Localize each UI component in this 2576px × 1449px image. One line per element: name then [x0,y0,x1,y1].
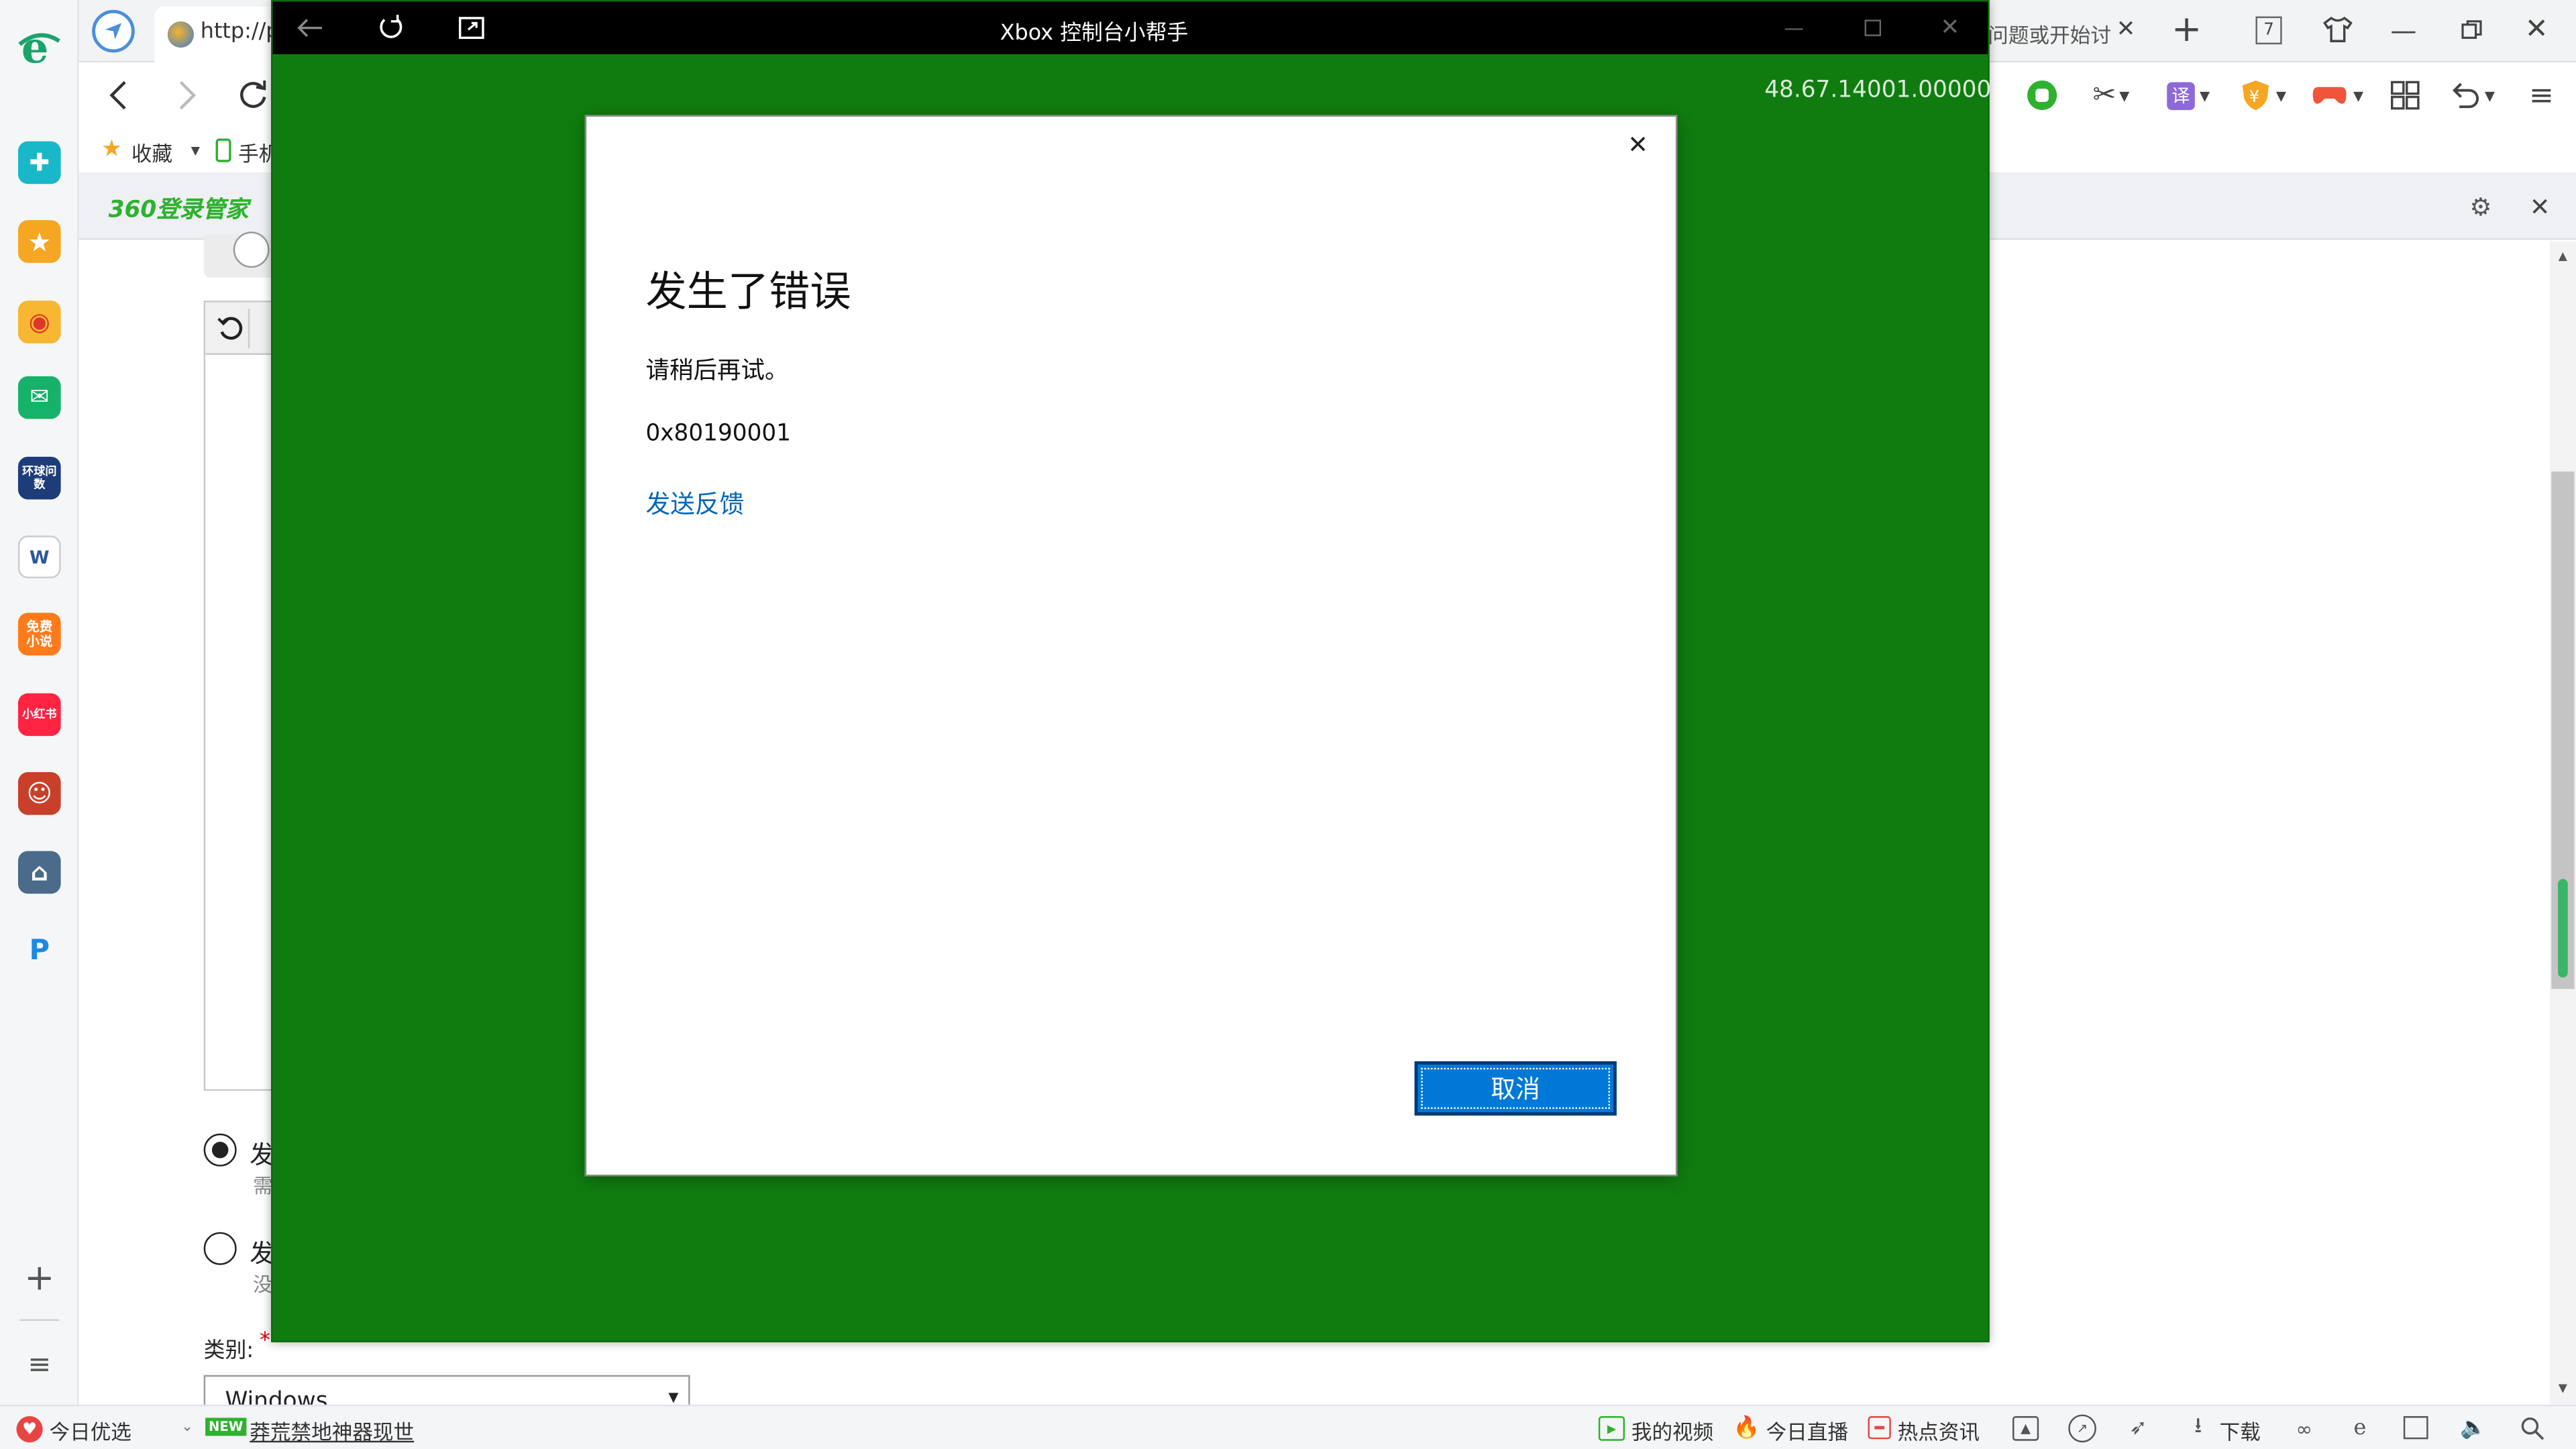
required-mark: * [259,1329,270,1354]
search-icon[interactable] [2518,1415,2546,1443]
main-menu-icon[interactable]: ≡ [2524,77,2560,113]
huanqiu-wenjuan-icon[interactable]: 环球问数 [17,456,61,500]
hot-news[interactable]: 热点资讯 [1898,1415,1980,1446]
restore-window-icon[interactable] [2456,15,2485,44]
radio-selected[interactable] [203,1133,237,1167]
send-feedback-link[interactable]: 发送反馈 [645,486,744,521]
category-label: 类别: [203,1338,254,1364]
today-picks[interactable]: 今日优选 [49,1415,131,1446]
screenshot-scissors-icon[interactable]: ✂ ▼ [2086,77,2135,113]
sidebar-menu-icon[interactable]: ≡ [19,1346,59,1385]
radio-unselected[interactable] [203,1232,237,1265]
translate-icon[interactable]: 译 ▼ [2162,77,2214,113]
today-live[interactable]: 今日直播 [1766,1415,1848,1446]
circle-icon[interactable] [233,231,270,268]
green-shield-icon[interactable] [2024,77,2060,113]
browser-sidebar: e ✚ ★ ◉ ✉ 环球问数 W 免费小说 小红书 ☺ ⌂ P + ≡ [0,0,79,1405]
xbox-app-window: Xbox 控制台小帮手 — ✕ 48.67.14001.00000 ✕ 发生了错… [271,0,1992,1342]
new-tab-icon[interactable]: + [2169,9,2205,50]
promo-link[interactable]: 莽荒禁地神器现世 [250,1415,414,1446]
favorites-label[interactable]: 收藏 [131,136,172,168]
heart-icon: ♥ [16,1416,43,1443]
chevron-down-icon: ▼ [668,1389,679,1405]
favorites-star-icon[interactable]: ★ [17,220,61,263]
svg-text:e: e [21,25,49,71]
window-icon[interactable] [2403,1416,2428,1440]
tab-count-icon[interactable]: 7 [2255,16,2282,45]
coupon-shield-icon[interactable]: ¥ ▼ [2238,77,2290,113]
my-videos[interactable]: 我的视频 [1631,1415,1713,1446]
refresh-icon[interactable] [233,76,273,115]
fire-icon: 🔥 [1733,1416,1760,1441]
game-controller-icon[interactable]: ▼ [2310,77,2365,113]
close-bar-icon[interactable]: ✕ [2525,193,2555,222]
expand-chevron-icon[interactable]: ⌄ [177,1416,197,1439]
xbox-title-bar: Xbox 控制台小帮手 — ✕ [272,1,1988,54]
new-badge: NEW [205,1417,247,1436]
xbox-close-icon[interactable]: ✕ [1933,11,1966,44]
scroll-down-icon[interactable]: ▼ [2555,1380,2571,1396]
xbox-maximize-icon[interactable] [1856,11,1889,44]
site-favicon-icon [167,21,194,48]
scroll-up-icon[interactable]: ▲ [2555,248,2571,264]
login-manager-brand: 360登录管家 [108,197,249,224]
xbox-minimize-icon[interactable]: — [1778,11,1811,44]
mobile-phone-icon [213,136,233,162]
p-app-icon[interactable]: P [18,930,61,973]
game-avatar-icon[interactable]: ☺ [17,772,61,815]
ie-mode-icon[interactable]: e [2346,1415,2374,1443]
settings-gear-icon[interactable]: ⚙ [2466,193,2496,222]
image-icon[interactable]: ▲ [2012,1416,2039,1441]
error-dialog: ✕ 发生了错误 请稍后再试。 0x80190001 发送反馈 取消 [584,115,1678,1177]
page-scrollbar[interactable]: ▲ ▼ [2549,241,2576,1405]
sidebar-divider [19,1319,60,1321]
navigate-arrow-icon[interactable] [92,9,135,53]
cancel-button-label: 取消 [1491,1074,1540,1104]
word-doc-icon[interactable]: W [17,535,61,579]
right-tab-title[interactable]: 问题或开始讨 [1988,18,2111,50]
app-version: 48.67.14001.00000 [1764,77,1992,104]
back-icon[interactable] [99,76,138,115]
radio1-sub: 需 [253,1175,273,1198]
favorites-dropdown-icon[interactable]: ▼ [187,142,203,161]
svg-text:¥: ¥ [2250,87,2261,106]
close-tab-icon[interactable]: ✕ [2112,16,2139,42]
xbox-window-title: Xbox 控制台小帮手 [1000,21,1189,46]
error-message: 请稍后再试。 [645,358,789,385]
speed-dial-icon[interactable]: ↗ [2068,1414,2096,1443]
favorites-star-icon: ★ [101,136,122,163]
scroll-thumb-accent [2558,879,2568,978]
vr-glasses-icon[interactable]: ∞ [2290,1415,2318,1443]
game-city-icon[interactable]: ⌂ [17,851,61,894]
tab-url: http://p [200,19,280,45]
radio2-sub: 没 [253,1273,273,1297]
error-code: 0x80190001 [645,420,792,447]
error-heading: 发生了错误 [645,268,851,316]
undo-close-icon[interactable]: ▼ [2445,77,2500,113]
weibo-icon[interactable]: ◉ [17,301,61,343]
download-icon[interactable]: ⭳ [2187,1413,2210,1443]
minimize-window-icon[interactable]: — [2387,13,2420,46]
ie-browser-icon[interactable]: e [15,23,64,72]
forward-icon[interactable] [168,76,207,115]
mail-icon[interactable]: ✉ [17,376,61,419]
xiaohongshu-icon[interactable]: 小红书 [17,693,61,737]
dialog-close-icon[interactable]: ✕ [1620,127,1656,163]
close-window-icon[interactable]: ✕ [2520,13,2553,46]
free-novel-icon[interactable]: 免费小说 [17,612,61,656]
rocket-icon[interactable]: ➶ [2125,1415,2153,1443]
apps-grid-icon[interactable] [2385,77,2425,113]
undo-icon[interactable] [210,309,250,349]
add-app-icon[interactable]: + [19,1258,59,1299]
download-label[interactable]: 下载 [2220,1415,2261,1446]
video-play-icon: ▶ [1598,1416,1625,1441]
skin-shirt-icon[interactable] [2321,13,2354,46]
speaker-icon[interactable]: 🔈 [2459,1415,2487,1443]
health-cross-icon[interactable]: ✚ [17,141,61,184]
cancel-button[interactable]: 取消 [1414,1061,1617,1116]
browser-status-bar: ♥ 今日优选 ⌄ NEW 莽荒禁地神器现世 ▶ 我的视频 🔥 今日直播 热点资讯… [0,1404,2576,1449]
news-icon [1868,1416,1891,1440]
